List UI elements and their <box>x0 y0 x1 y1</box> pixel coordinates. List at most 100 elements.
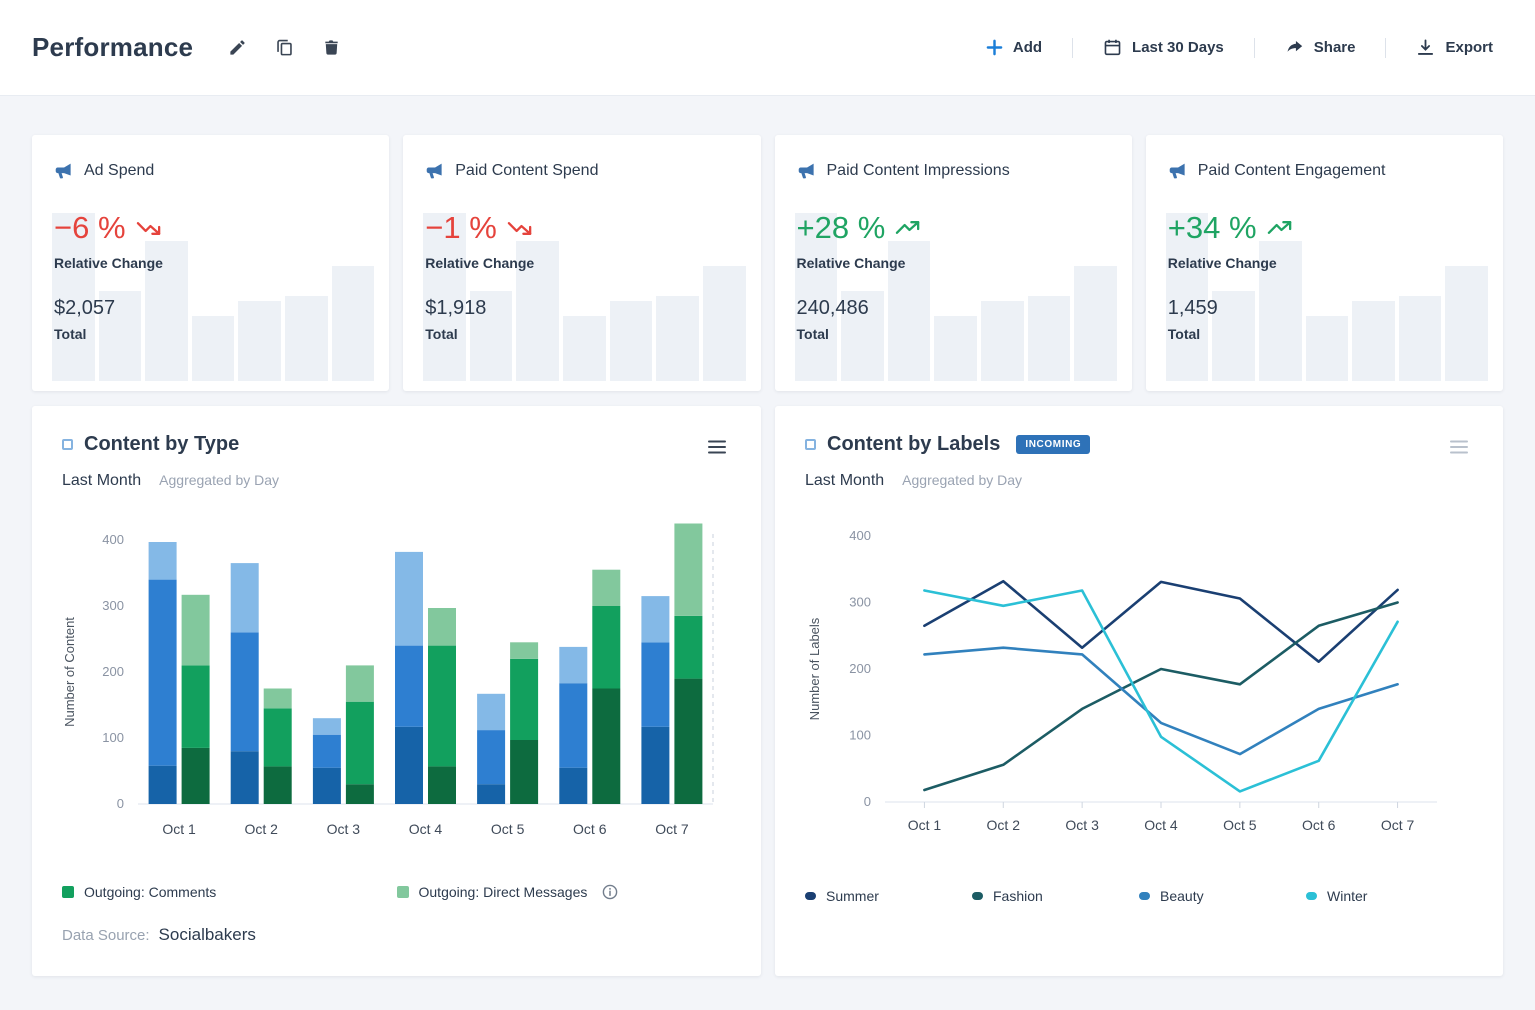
kpi-total-value: 240,486 <box>796 297 869 319</box>
kpi-change-value: +28 % <box>797 210 1110 246</box>
svg-text:Oct 2: Oct 2 <box>987 817 1021 833</box>
chart-title: Content by Type <box>84 433 240 455</box>
hamburger-menu-icon[interactable] <box>1445 433 1473 464</box>
legend-dot <box>805 892 816 900</box>
svg-text:0: 0 <box>117 796 124 811</box>
content-by-labels-chart[interactable]: Number of Labels 0 100 200 300 400 Oct 1 Oct 2 O… <box>805 516 1473 854</box>
incoming-badge[interactable]: INCOMING <box>1016 435 1091 454</box>
svg-text:300: 300 <box>102 598 124 613</box>
legend-label: Fashion <box>993 888 1043 904</box>
content-by-type-chart[interactable]: Number of Content 0 100 200 300 400 Oct 1 Oct 2… <box>62 516 731 854</box>
line-chart-legend: Summer Fashion Beauty Winter <box>805 888 1473 904</box>
hamburger-menu-icon[interactable] <box>703 433 731 464</box>
megaphone-icon <box>425 161 444 180</box>
legend-item-beauty[interactable]: Beauty <box>1139 888 1306 904</box>
add-label: Add <box>1012 39 1043 56</box>
legend-dot <box>1139 892 1150 900</box>
svg-text:Oct 6: Oct 6 <box>1302 817 1336 833</box>
data-source-label: Data Source: <box>62 927 150 944</box>
date-range-label: Last 30 Days <box>1132 39 1224 56</box>
page-title: Performance <box>32 32 194 62</box>
content-by-labels-card: Content by Labels INCOMING Last Month Ag… <box>775 406 1503 976</box>
svg-text:200: 200 <box>849 661 871 676</box>
bar-chart-legend: Outgoing: Comments Outgoing: Direct Mess… <box>62 884 731 900</box>
plus-icon <box>986 39 1003 56</box>
data-source: Data Source: Socialbakers <box>62 925 731 945</box>
kpi-card-paid-content-spend[interactable]: Paid Content Spend −1 % Relative Change … <box>403 135 761 391</box>
svg-text:Oct 4: Oct 4 <box>409 821 443 837</box>
trend-up-icon <box>1267 221 1291 234</box>
legend-item-outgoing-direct-messages[interactable]: Outgoing: Direct Messages <box>396 884 732 900</box>
svg-text:Oct 1: Oct 1 <box>908 817 942 833</box>
legend-swatch <box>396 886 409 898</box>
svg-text:100: 100 <box>849 728 871 743</box>
date-range-button[interactable]: Last 30 Days <box>1103 38 1224 57</box>
chart-aggregation-label: Aggregated by Day <box>902 472 1023 488</box>
megaphone-icon <box>54 161 73 180</box>
header-divider <box>1253 37 1255 58</box>
svg-text:300: 300 <box>849 595 871 610</box>
copy-icon[interactable] <box>270 33 299 62</box>
svg-text:Oct 5: Oct 5 <box>1223 817 1257 833</box>
trend-down-icon <box>507 222 532 235</box>
legend-item-outgoing-comments[interactable]: Outgoing: Comments <box>62 884 397 900</box>
share-icon <box>1285 38 1304 57</box>
svg-text:100: 100 <box>102 730 124 745</box>
svg-text:Oct 7: Oct 7 <box>1381 817 1415 833</box>
svg-text:Oct 3: Oct 3 <box>327 821 361 837</box>
delete-icon[interactable] <box>317 33 346 62</box>
svg-text:Number of Content: Number of Content <box>62 617 77 727</box>
kpi-card-paid-content-engagement[interactable]: Paid Content Engagement +34 % Relative C… <box>1145 135 1503 391</box>
kpi-change-label: Relative Change <box>1167 255 1277 271</box>
trend-down-icon <box>136 222 160 235</box>
kpi-total-label: Total <box>54 326 87 342</box>
info-icon[interactable] <box>602 884 618 900</box>
svg-text:Oct 7: Oct 7 <box>655 821 689 837</box>
content-by-type-card: Content by Type Last Month Aggregated by… <box>32 406 761 976</box>
svg-text:400: 400 <box>849 528 871 543</box>
export-label: Export <box>1445 39 1493 56</box>
kpi-change-label: Relative Change <box>796 255 906 271</box>
add-button[interactable]: Add <box>986 39 1042 56</box>
kpi-change-value: −1 % <box>425 210 738 246</box>
data-source-value: Socialbakers <box>158 925 256 944</box>
kpi-row: Ad Spend −6 % Relative Change $2,057 Tot… <box>32 135 1503 391</box>
trend-up-icon <box>896 221 920 234</box>
kpi-total-value: $1,918 <box>425 297 487 319</box>
legend-label: Winter <box>1327 888 1368 904</box>
edit-icon[interactable] <box>223 33 252 62</box>
legend-item-winter[interactable]: Winter <box>1306 888 1473 904</box>
share-button[interactable]: Share <box>1285 38 1356 57</box>
svg-text:Oct 4: Oct 4 <box>1144 817 1178 833</box>
svg-text:Number of Labels: Number of Labels <box>807 617 822 720</box>
svg-text:0: 0 <box>864 794 871 809</box>
legend-swatch <box>62 886 74 898</box>
charts-row: Content by Type Last Month Aggregated by… <box>32 406 1503 976</box>
svg-text:200: 200 <box>102 664 124 679</box>
top-bar: Performance Add Last 30 Days Share Expor… <box>0 0 1535 96</box>
kpi-change-label: Relative Change <box>425 255 535 271</box>
chart-period-label: Last Month <box>62 472 142 489</box>
export-button[interactable]: Export <box>1416 38 1493 57</box>
kpi-total-value: 1,459 <box>1167 297 1218 319</box>
kpi-change-label: Relative Change <box>54 255 163 271</box>
svg-text:400: 400 <box>102 532 124 547</box>
legend-dot <box>1306 892 1317 900</box>
svg-text:Oct 3: Oct 3 <box>1065 817 1099 833</box>
kpi-card-paid-content-impressions[interactable]: Paid Content Impressions +28 % Relative … <box>774 135 1132 391</box>
kpi-title: Paid Content Engagement <box>1197 161 1386 179</box>
download-icon <box>1416 38 1435 57</box>
kpi-title: Paid Content Impressions <box>826 161 1010 179</box>
legend-item-fashion[interactable]: Fashion <box>972 888 1139 904</box>
kpi-change-value: +34 % <box>1168 210 1481 246</box>
share-label: Share <box>1313 39 1356 56</box>
kpi-total-label: Total <box>1167 326 1201 342</box>
kpi-card-ad-spend[interactable]: Ad Spend −6 % Relative Change $2,057 Tot… <box>32 135 390 391</box>
legend-item-summer[interactable]: Summer <box>805 888 972 904</box>
megaphone-icon <box>797 161 816 180</box>
header-actions: Add Last 30 Days Share Export <box>986 37 1493 58</box>
chart-period-label: Last Month <box>805 472 885 489</box>
kpi-total-label: Total <box>425 326 458 342</box>
legend-dot <box>972 892 983 900</box>
chart-title: Content by Labels <box>827 433 1001 455</box>
